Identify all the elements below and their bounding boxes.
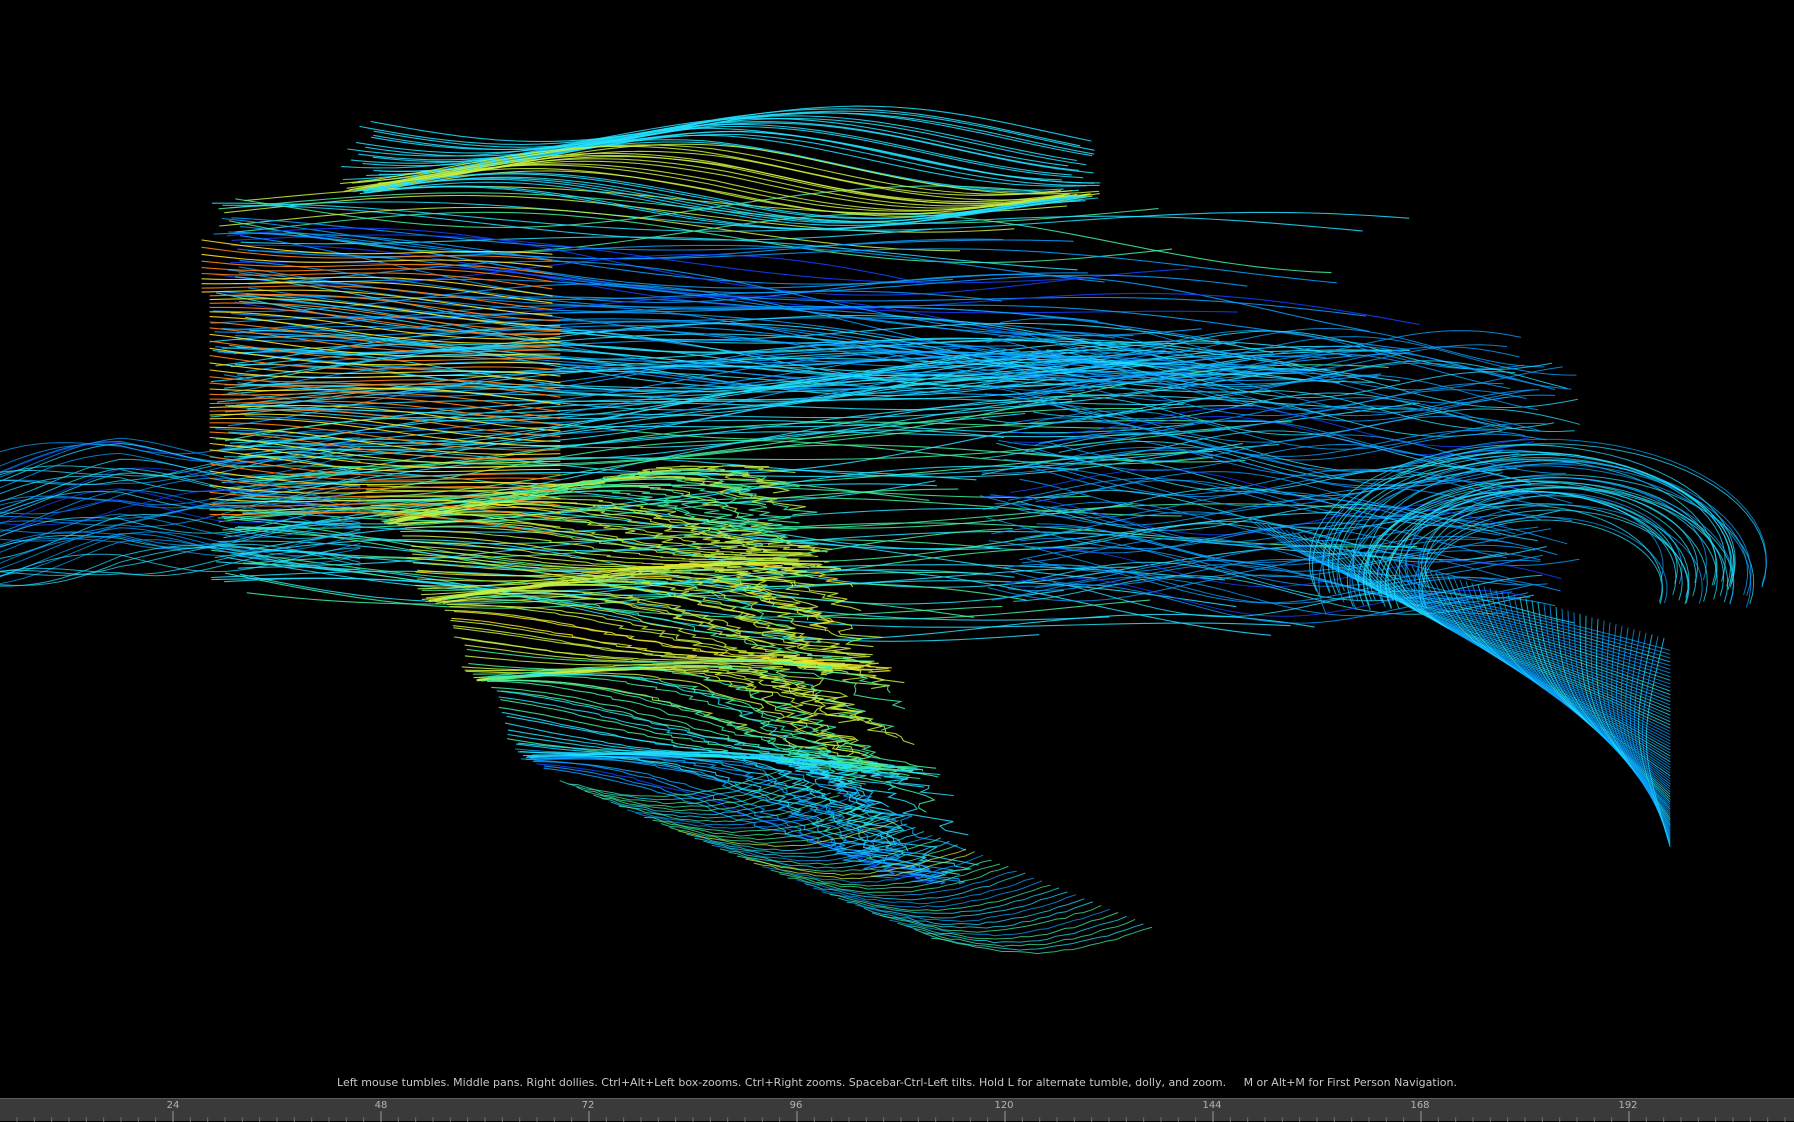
- timeline-tick-label: 96: [789, 1100, 803, 1111]
- streamline: [0, 429, 361, 455]
- timeline-tick-label: 192: [1618, 1100, 1638, 1111]
- streamline: [1357, 550, 1671, 716]
- streamline: [1423, 569, 1671, 751]
- timeline-tick-label: 120: [994, 1100, 1014, 1111]
- streamline: [1053, 582, 1574, 624]
- timeline-tick-label: 72: [581, 1100, 595, 1111]
- navigation-hint: Left mouse tumbles. Middle pans. Right d…: [337, 1076, 1457, 1089]
- streamline: [1311, 451, 1733, 597]
- timeline-tick-label: 48: [374, 1100, 388, 1111]
- 3d-viewport[interactable]: Left mouse tumbles. Middle pans. Right d…: [0, 0, 1794, 1098]
- streamlines-group: [0, 105, 1767, 955]
- timeline-tick-label: 144: [1202, 1100, 1222, 1111]
- streamline: [1309, 536, 1671, 688]
- streamline: [1483, 586, 1671, 779]
- streamline: [1038, 436, 1560, 477]
- timeline-ticks: [16, 1111, 1786, 1122]
- streamline: [404, 540, 821, 566]
- streamline: [527, 758, 900, 880]
- streamline-visualization: [0, 105, 1767, 955]
- timeline-tick-label: 168: [1410, 1100, 1430, 1111]
- timeline-ruler[interactable]: 24 48 72 96 120 144 168 192: [0, 1098, 1794, 1122]
- timeline-tick-label: 24: [166, 1100, 180, 1111]
